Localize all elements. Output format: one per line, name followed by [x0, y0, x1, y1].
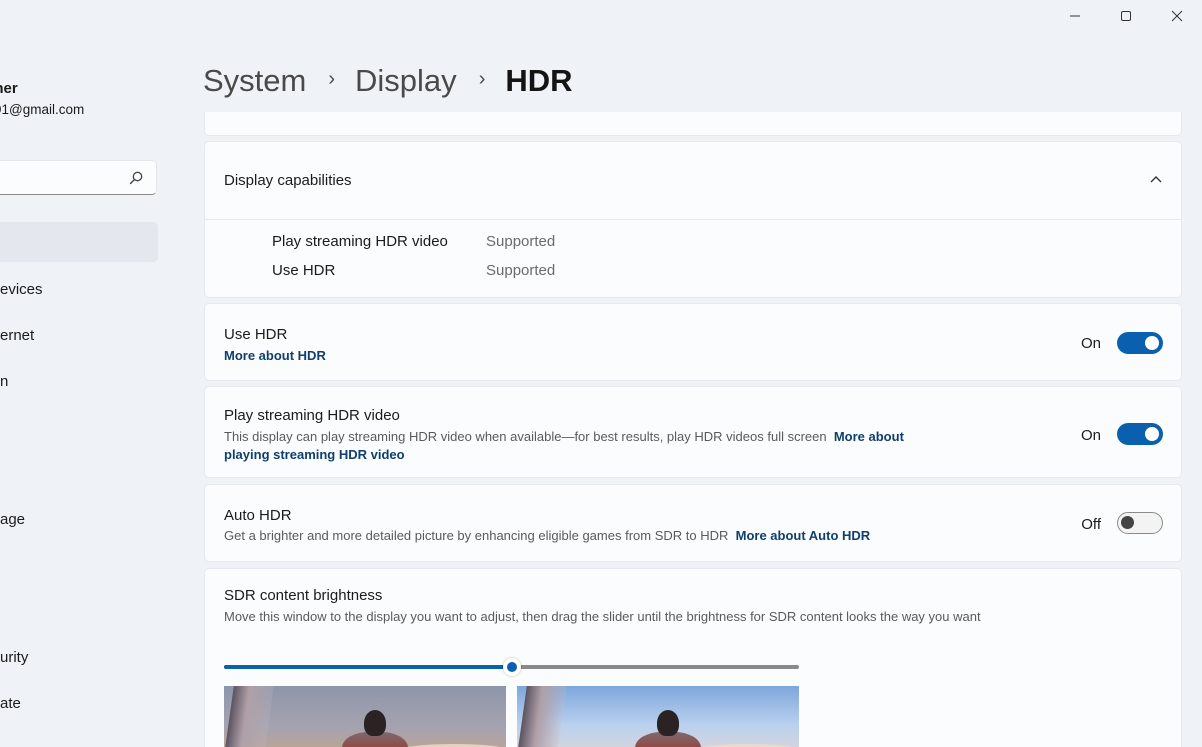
chevron-right-icon: ›: [328, 67, 336, 90]
auto-hdr-title: Auto HDR: [224, 507, 292, 524]
use-hdr-state: On: [1080, 335, 1101, 352]
sdr-preview-image: [224, 686, 506, 747]
page-title: HDR: [505, 63, 573, 98]
maximize-icon: [1120, 11, 1131, 21]
use-hdr-title: Use HDR: [224, 326, 288, 343]
capability-row: Use HDR Supported: [205, 262, 1181, 282]
sidebar-item-personalization[interactable]: n: [0, 373, 8, 390]
search-box[interactable]: [0, 160, 157, 195]
sidebar-item-network-internet[interactable]: ernet: [0, 327, 34, 344]
use-hdr-card: Use HDR More about HDR On: [204, 303, 1182, 381]
chevron-up-icon[interactable]: [1149, 172, 1163, 186]
display-capabilities-header[interactable]: Display capabilities: [205, 142, 1181, 219]
minimize-button[interactable]: [1049, 0, 1100, 32]
sdr-brightness-desc: Move this window to the display you want…: [224, 609, 981, 624]
streaming-hdr-toggle[interactable]: [1117, 423, 1163, 445]
more-about-hdr-link[interactable]: More about HDR: [224, 348, 326, 363]
display-capabilities-card: Display capabilities Play streaming HDR …: [204, 141, 1182, 298]
user-email: er91@gmail.com: [0, 102, 85, 117]
auto-hdr-desc: Get a brighter and more detailed picture…: [224, 528, 870, 543]
streaming-hdr-title: Play streaming HDR video: [224, 407, 400, 424]
auto-hdr-toggle[interactable]: [1117, 512, 1163, 534]
streaming-hdr-desc: This display can play streaming HDR vide…: [224, 429, 904, 444]
sdr-brightness-title: SDR content brightness: [224, 587, 383, 604]
search-input[interactable]: [0, 161, 121, 194]
sidebar: cher er91@gmail.com evices ernet n age u…: [0, 0, 180, 747]
breadcrumb-display[interactable]: Display: [355, 63, 457, 99]
sidebar-item-windows-update[interactable]: ate: [0, 695, 21, 712]
use-hdr-toggle[interactable]: [1117, 332, 1163, 354]
close-button[interactable]: [1151, 0, 1202, 32]
sidebar-item-privacy-security[interactable]: urity: [0, 649, 28, 666]
chevron-right-icon: ›: [478, 67, 486, 90]
breadcrumb: System › Display › HDR: [203, 63, 573, 99]
previous-card: [204, 112, 1182, 136]
hdr-preview-image: [517, 686, 799, 747]
close-icon: [1171, 10, 1182, 22]
toggle-knob: [1145, 427, 1159, 441]
auto-hdr-card: Auto HDR Get a brighter and more detaile…: [204, 484, 1182, 562]
slider-fill: [224, 665, 512, 669]
streaming-hdr-desc-text: This display can play streaming HDR vide…: [224, 429, 827, 444]
sidebar-item-time-language[interactable]: age: [0, 511, 25, 528]
capability-label: Play streaming HDR video: [272, 233, 448, 250]
auto-hdr-desc-text: Get a brighter and more detailed picture…: [224, 528, 729, 543]
auto-hdr-state: Off: [1081, 516, 1101, 533]
more-about-streaming-link-cont[interactable]: playing streaming HDR video: [224, 447, 405, 462]
divider: [205, 219, 1181, 220]
user-name: cher: [0, 80, 18, 97]
sidebar-item-selected[interactable]: [0, 222, 158, 262]
capability-row: Play streaming HDR video Supported: [205, 233, 1181, 253]
streaming-hdr-card: Play streaming HDR video This display ca…: [204, 386, 1182, 478]
more-about-streaming-link[interactable]: More about: [834, 429, 904, 444]
toggle-knob: [1145, 336, 1159, 350]
capability-label: Use HDR: [272, 262, 336, 279]
breadcrumb-system[interactable]: System: [203, 63, 306, 99]
sidebar-item-devices[interactable]: evices: [0, 281, 43, 298]
search-icon[interactable]: [128, 170, 144, 186]
sdr-brightness-card: SDR content brightness Move this window …: [204, 568, 1182, 747]
maximize-button[interactable]: [1100, 0, 1151, 32]
display-capabilities-title: Display capabilities: [224, 172, 352, 189]
sdr-brightness-slider[interactable]: [224, 657, 799, 677]
more-about-auto-hdr-link[interactable]: More about Auto HDR: [736, 528, 871, 543]
window-controls: [1049, 0, 1202, 32]
toggle-knob: [1121, 516, 1134, 529]
capability-value: Supported: [486, 262, 556, 279]
minimize-icon: [1069, 15, 1080, 17]
slider-thumb[interactable]: [502, 658, 521, 676]
streaming-hdr-state: On: [1080, 427, 1101, 444]
capability-value: Supported: [486, 233, 556, 250]
